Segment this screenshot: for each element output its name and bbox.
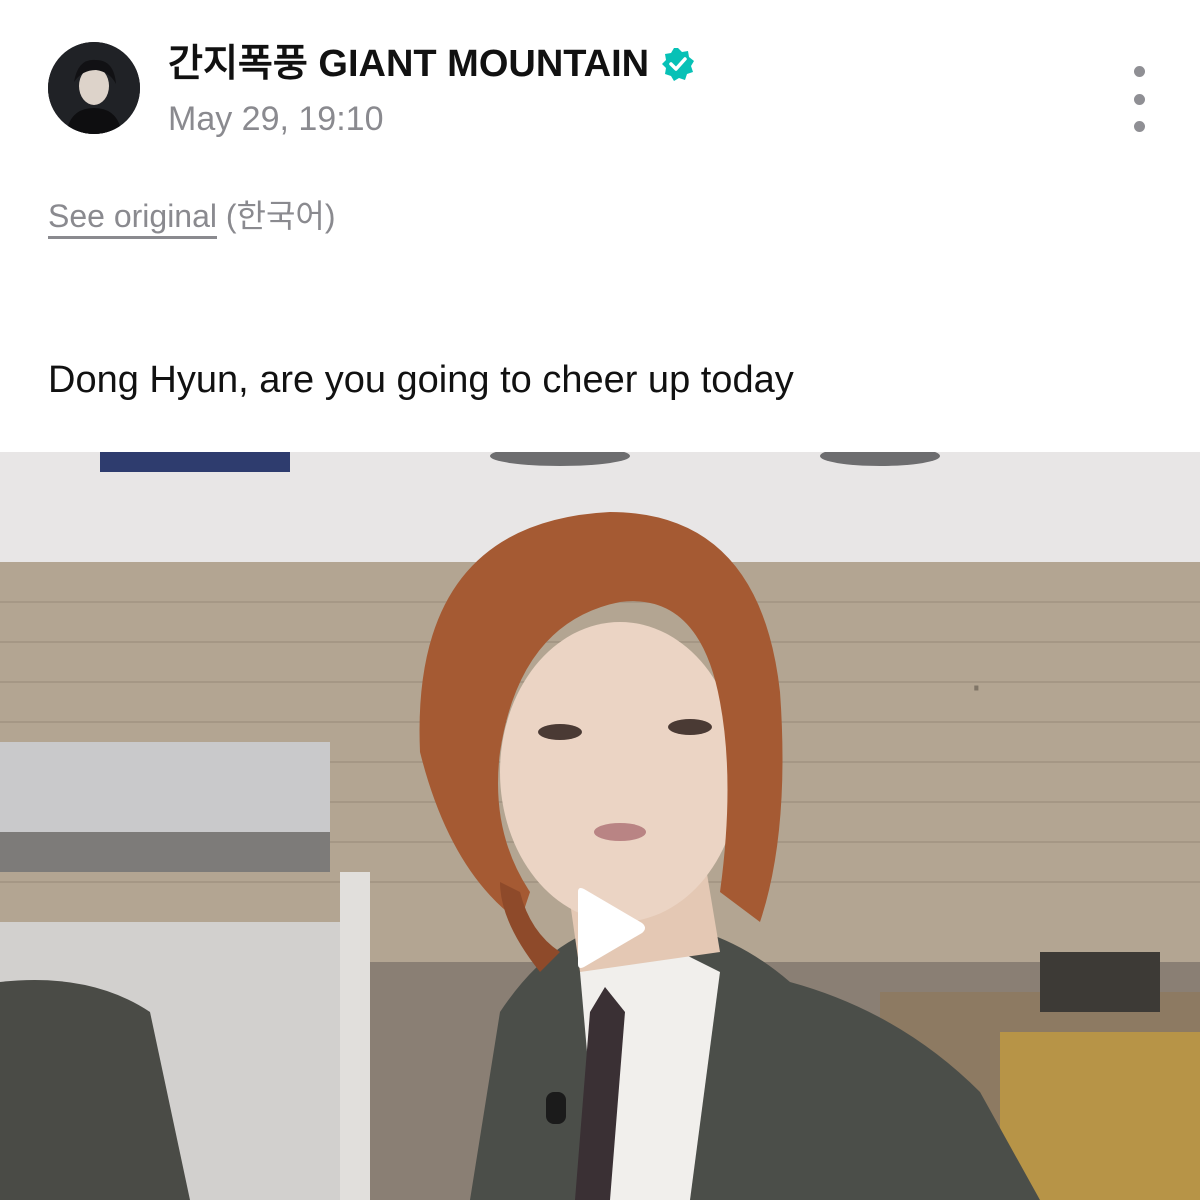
svg-text:·: · bbox=[970, 666, 983, 712]
avatar-image bbox=[48, 42, 140, 134]
post-header: 간지폭풍 GIANT MOUNTAIN May 29, 19:10 bbox=[0, 0, 1200, 180]
more-dot bbox=[1133, 66, 1145, 77]
author-name[interactable]: 간지폭풍 GIANT MOUNTAIN bbox=[168, 38, 649, 90]
author-name-row: 간지폭풍 GIANT MOUNTAIN bbox=[168, 38, 695, 90]
verified-badge-icon bbox=[662, 48, 695, 81]
video-thumbnail: · bbox=[0, 452, 1200, 1200]
translation-notice: See original (한국어) bbox=[48, 192, 336, 240]
more-dot bbox=[1133, 93, 1145, 105]
play-icon[interactable] bbox=[568, 886, 648, 970]
more-vertical-icon[interactable] bbox=[1118, 66, 1160, 132]
post-timestamp: May 29, 19:10 bbox=[168, 100, 384, 138]
original-language-label: (한국어) bbox=[225, 198, 336, 234]
video-player[interactable]: · bbox=[0, 452, 1200, 1200]
post-body-text: Dong Hyun, are you going to cheer up tod… bbox=[48, 359, 794, 401]
author-avatar[interactable] bbox=[48, 42, 140, 134]
more-dot bbox=[1133, 121, 1145, 132]
see-original-link[interactable]: See original bbox=[48, 198, 217, 239]
